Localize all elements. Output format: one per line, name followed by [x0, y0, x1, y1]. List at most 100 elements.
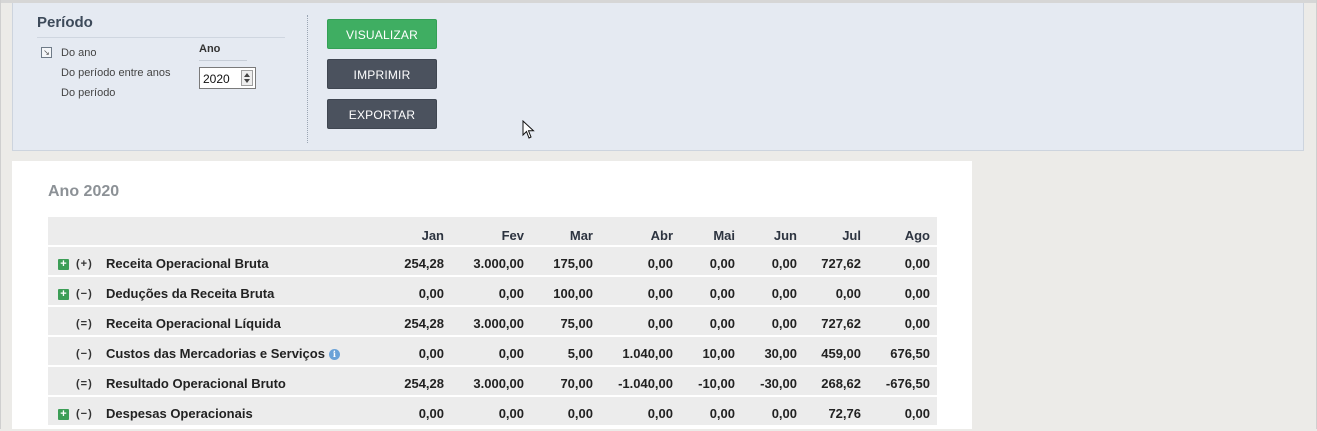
period-title-underline: [37, 37, 285, 38]
row-value: 0,00: [904, 286, 930, 301]
year-label: Ano: [199, 43, 221, 55]
arrow-up-icon[interactable]: [244, 73, 250, 77]
print-button[interactable]: IMPRIMIR: [327, 59, 437, 89]
row-label: Despesas Operacionais: [106, 397, 253, 431]
report-title: Ano 2020: [48, 183, 120, 200]
row-value: 0,00: [835, 286, 861, 301]
year-input[interactable]: 2020: [199, 67, 256, 89]
year-value: 2020: [203, 72, 230, 86]
column-header: Mai: [713, 228, 735, 243]
row-value: 3.000,00: [473, 256, 524, 271]
column-header: Abr: [650, 228, 673, 243]
row-value: 0,00: [498, 346, 524, 361]
visualize-button[interactable]: VISUALIZAR: [327, 19, 437, 49]
export-button[interactable]: EXPORTAR: [327, 99, 437, 129]
row-value: 268,62: [821, 376, 861, 391]
row-value: 30,00: [764, 346, 797, 361]
expand-plus-icon[interactable]: +: [58, 259, 69, 270]
row-sign: (−): [76, 348, 93, 360]
table-row: (=) Receita Operacional Líquida 254,28 3.00…: [48, 307, 937, 337]
row-label: Custos das Mercadorias e Serviços i: [106, 337, 340, 371]
table-body: + (+) Receita Operacional Bruta 254,28 3.000…: [48, 247, 937, 427]
row-value: 0,00: [771, 406, 797, 421]
row-label-text: Custos das Mercadorias e Serviços: [106, 346, 325, 361]
row-sign: (+): [76, 258, 93, 270]
row-label-text: Deduções da Receita Bruta: [106, 286, 275, 301]
row-label: Receita Operacional Líquida: [106, 307, 281, 341]
row-value: 0,00: [647, 316, 673, 331]
row-value: 1.040,00: [622, 346, 673, 361]
row-label-text: Despesas Operacionais: [106, 406, 253, 421]
row-value: 0,00: [418, 286, 444, 301]
expand-plus-icon[interactable]: +: [58, 409, 69, 420]
row-value: 727,62: [821, 256, 861, 271]
row-value: -30,00: [760, 376, 797, 391]
row-value: 0,00: [771, 286, 797, 301]
row-label-text: Resultado Operacional Bruto: [106, 376, 286, 391]
row-value: 0,00: [498, 286, 524, 301]
report-panel: Ano 2020 Jan Fev Mar Abr Mai Jun Jul Ago…: [12, 161, 972, 429]
year-label-underline: [199, 60, 247, 61]
row-value: -1.040,00: [618, 376, 673, 391]
row-value: 5,00: [567, 346, 593, 361]
row-value: 10,00: [702, 346, 735, 361]
row-value: 0,00: [709, 316, 735, 331]
table-row: + (−) Deduções da Receita Bruta 0,00 0,00 100…: [48, 277, 937, 307]
column-header: Jan: [421, 228, 444, 243]
arrow-down-icon[interactable]: [244, 79, 250, 83]
row-value: 75,00: [560, 316, 593, 331]
filter-panel: Período ↘ Do ano Do período entre anos D…: [12, 3, 1304, 151]
row-value: 0,00: [771, 316, 797, 331]
table-row: + (−) Despesas Operacionais 0,00 0,00 0,00 0,0…: [48, 397, 937, 427]
row-label-text: Receita Operacional Líquida: [106, 316, 281, 331]
row-value: 676,50: [890, 346, 930, 361]
column-header: Mar: [569, 228, 593, 243]
row-value: 3.000,00: [473, 376, 524, 391]
row-value: 0,00: [709, 406, 735, 421]
row-value: 175,00: [553, 256, 593, 271]
checkbox-icon[interactable]: ↘: [41, 47, 52, 58]
row-value: 0,00: [904, 256, 930, 271]
expand-plus-icon[interactable]: +: [58, 289, 69, 300]
table-header-row: Jan Fev Mar Abr Mai Jun Jul Ago: [48, 217, 937, 247]
row-label: Receita Operacional Bruta: [106, 247, 269, 281]
row-value: 254,28: [404, 256, 444, 271]
option-periodo-entre-anos[interactable]: Do período entre anos: [61, 67, 170, 79]
info-icon[interactable]: i: [328, 349, 340, 360]
row-value: 0,00: [647, 256, 673, 271]
row-value: 0,00: [904, 316, 930, 331]
row-value: 0,00: [771, 256, 797, 271]
row-label-text: Receita Operacional Bruta: [106, 256, 269, 271]
row-label: Resultado Operacional Bruto: [106, 367, 286, 401]
row-value: 254,28: [404, 376, 444, 391]
year-stepper[interactable]: [241, 70, 253, 86]
row-value: 0,00: [418, 346, 444, 361]
period-title: Período: [37, 14, 93, 31]
mouse-cursor-icon: [522, 120, 535, 139]
row-value: -10,00: [698, 376, 735, 391]
row-value: 3.000,00: [473, 316, 524, 331]
row-value: 100,00: [553, 286, 593, 301]
column-header: Jul: [842, 228, 861, 243]
table-row: (−) Custos das Mercadorias e Serviços i 0,0…: [48, 337, 937, 367]
vertical-divider: [307, 15, 308, 143]
row-value: 0,00: [567, 406, 593, 421]
row-sign: (=): [76, 318, 93, 330]
option-do-periodo[interactable]: Do período: [61, 87, 115, 99]
row-value: -676,50: [885, 376, 930, 391]
table-row: + (+) Receita Operacional Bruta 254,28 3.000…: [48, 247, 937, 277]
row-value: 0,00: [904, 406, 930, 421]
row-value: 0,00: [647, 286, 673, 301]
row-value: 0,00: [498, 406, 524, 421]
row-value: 459,00: [821, 346, 861, 361]
row-value: 727,62: [821, 316, 861, 331]
row-value: 0,00: [709, 286, 735, 301]
row-sign: (=): [76, 378, 93, 390]
report-table: Jan Fev Mar Abr Mai Jun Jul Ago + (+) Rece…: [48, 217, 937, 427]
row-sign: (−): [76, 288, 93, 300]
row-sign: (−): [76, 408, 93, 420]
row-value: 70,00: [560, 376, 593, 391]
column-header: Fev: [501, 228, 524, 243]
option-do-ano[interactable]: Do ano: [61, 47, 96, 59]
column-header: Jun: [773, 228, 797, 243]
